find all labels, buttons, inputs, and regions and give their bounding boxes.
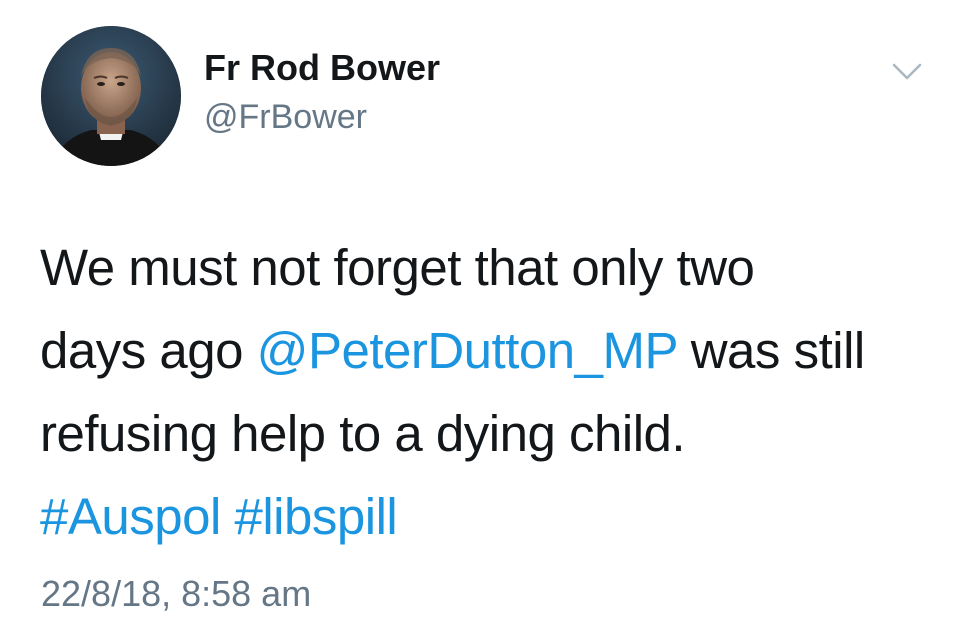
tweet-text-line: We must not forget that only two [40,226,940,309]
hashtag-link-auspol[interactable]: #Auspol [40,488,221,545]
avatar-portrait-image [41,26,181,166]
author-handle[interactable]: @FrBower [204,97,367,137]
hashtag-link-libspill[interactable]: #libspill [234,488,397,545]
avatar[interactable] [41,26,181,166]
tweet-text-line: refusing help to a dying child. [40,392,940,475]
tweet-text-segment: days ago [40,322,257,379]
tweet-text-segment: refusing help to a dying child. [40,405,686,462]
tweet-card: Fr Rod Bower @FrBower We must not forget… [0,0,960,634]
tweet-text-segment: was still [677,322,866,379]
chevron-down-icon[interactable] [890,60,924,84]
tweet-text-line: days ago @PeterDutton_MP was still [40,309,940,392]
tweet-timestamp[interactable]: 22/8/18, 8:58 am [41,572,311,616]
tweet-text: We must not forget that only two days ag… [40,226,940,558]
hashtags-line: #Auspol #libspill [40,475,940,558]
hashtag-separator [221,488,235,545]
author-display-name[interactable]: Fr Rod Bower [204,47,440,89]
mention-link[interactable]: @PeterDutton_MP [257,322,678,379]
tweet-text-segment: We must not forget that only two [40,239,755,296]
